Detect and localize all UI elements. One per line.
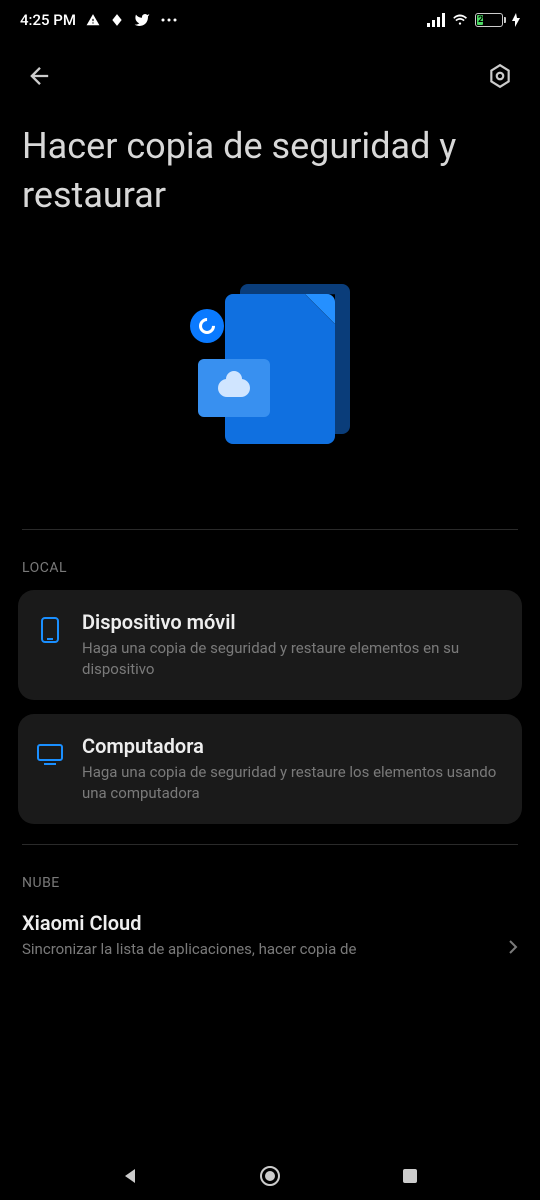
cloud-card-icon [198,359,270,417]
back-button[interactable] [24,60,56,92]
status-bar-left: 4:25 PM [20,11,178,29]
option-desc: Haga una copia de seguridad y restaure e… [82,638,504,680]
charging-icon [512,13,520,27]
section-header-local: LOCAL [0,530,540,590]
option-computer[interactable]: Computadora Haga una copia de seguridad … [18,714,522,824]
hero-illustration [0,239,540,529]
nav-home-button[interactable] [250,1156,290,1196]
status-bar-right: 25 [427,13,520,27]
signal-icon [427,13,445,27]
navigation-bar [0,1152,540,1200]
status-bar: 4:25 PM 25 [0,0,540,40]
warning-icon [86,13,100,27]
settings-button[interactable] [484,60,516,92]
status-time: 4:25 PM [20,11,76,29]
page-title: Hacer copia de seguridad y restaurar [0,112,540,239]
diamond-icon [110,13,124,27]
option-mobile-device[interactable]: Dispositivo móvil Haga una copia de segu… [18,590,522,700]
battery-icon: 25 [475,13,506,27]
chevron-right-icon [508,939,518,959]
nav-recents-button[interactable] [390,1156,430,1196]
cloud-desc: Sincronizar la lista de aplicaciones, ha… [22,940,356,958]
twitter-icon [134,12,150,28]
mobile-icon [36,616,64,644]
option-title: Dispositivo móvil [82,610,504,634]
option-xiaomi-cloud[interactable]: Xiaomi Cloud Sincronizar la lista de apl… [0,905,540,959]
top-bar [0,40,540,112]
section-header-cloud: NUBE [0,845,540,905]
option-desc: Haga una copia de seguridad y restaure l… [82,762,504,804]
option-title: Computadora [82,734,504,758]
restore-badge-icon [190,309,224,343]
more-icon [160,17,178,23]
wifi-icon [451,13,469,27]
computer-icon [36,740,64,768]
nav-back-button[interactable] [110,1156,150,1196]
cloud-title: Xiaomi Cloud [22,911,518,935]
